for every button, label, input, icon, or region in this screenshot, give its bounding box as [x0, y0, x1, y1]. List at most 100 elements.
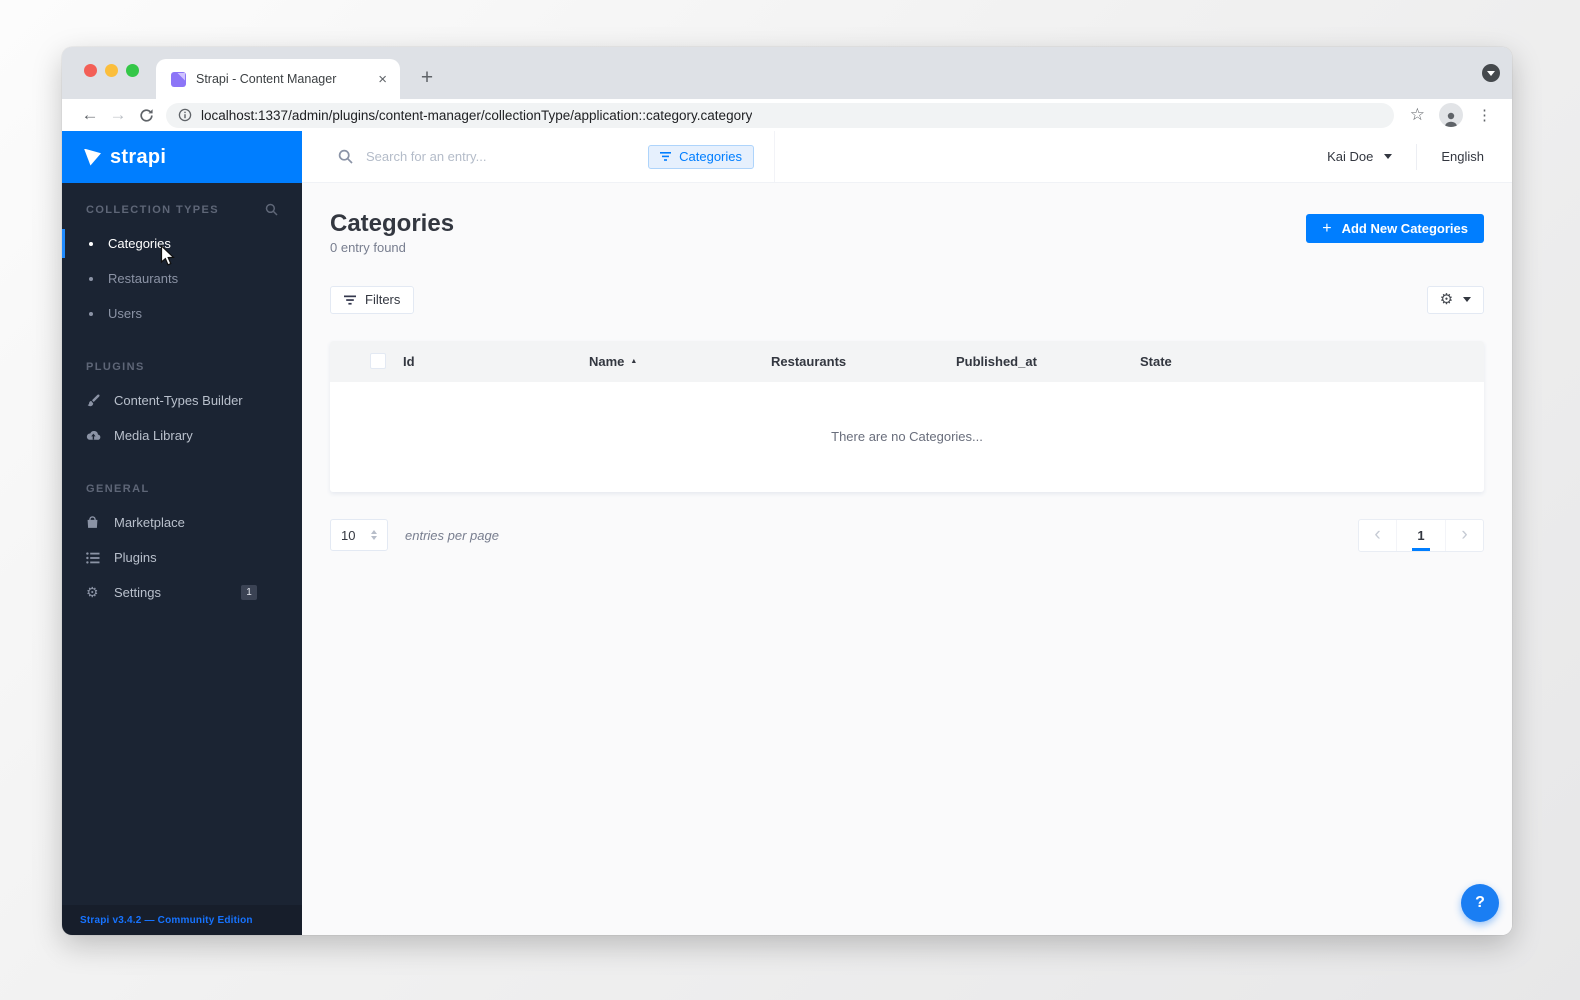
- select-all-checkbox[interactable]: [370, 353, 386, 370]
- plugins-heading: PLUGINS: [62, 361, 302, 373]
- traffic-lights: [84, 64, 139, 77]
- sidebar-item-marketplace[interactable]: Marketplace: [62, 505, 302, 540]
- strapi-admin: strapi COLLECTION TYPES Categories Resta…: [62, 131, 1512, 935]
- pagination-row: 10 entries per page ‹ 1 ›: [330, 518, 1484, 552]
- column-label: State: [1140, 353, 1172, 369]
- sidebar-item-users[interactable]: Users: [62, 296, 302, 331]
- active-page-indicator: [1412, 547, 1430, 551]
- user-name: Kai Doe: [1327, 149, 1374, 164]
- previous-page-button[interactable]: ‹: [1359, 519, 1397, 551]
- entries-table: Id Name ▲ Restaurants Published_at State…: [330, 340, 1484, 492]
- current-page-button[interactable]: 1: [1397, 520, 1445, 551]
- gear-icon: ⚙: [86, 584, 99, 600]
- shopping-bag-icon: [86, 515, 101, 530]
- language-selector[interactable]: English: [1441, 149, 1484, 164]
- search-input[interactable]: [366, 149, 636, 164]
- table-header-row: Id Name ▲ Restaurants Published_at State: [330, 340, 1484, 382]
- top-header: Categories Kai Doe English: [302, 131, 1512, 183]
- bullet-icon: [89, 276, 93, 281]
- filter-chip-categories[interactable]: Categories: [648, 144, 754, 169]
- tab-search-button[interactable]: [1482, 64, 1500, 82]
- column-header-published-at[interactable]: Published_at: [956, 354, 1140, 369]
- filters-button-label: Filters: [365, 292, 401, 308]
- table-settings-button[interactable]: ⚙: [1427, 285, 1484, 314]
- strapi-logo[interactable]: strapi: [62, 131, 302, 183]
- column-header-name[interactable]: Name ▲: [589, 354, 771, 369]
- forward-button[interactable]: →: [104, 101, 132, 129]
- add-new-categories-button[interactable]: + Add New Categories: [1306, 214, 1484, 243]
- sidebar-item-plugins[interactable]: Plugins: [62, 540, 302, 575]
- browser-tab[interactable]: Strapi - Content Manager ×: [156, 59, 400, 99]
- desktop-background: Strapi - Content Manager × + ← → localho…: [0, 0, 1580, 1000]
- section-title: COLLECTION TYPES: [86, 203, 220, 216]
- settings-badge: 1: [241, 585, 257, 600]
- pagination: ‹ 1 ›: [1358, 518, 1484, 552]
- browser-toolbar: ← → localhost:1337/admin/plugins/content…: [62, 99, 1512, 131]
- filter-icon: [344, 295, 356, 305]
- column-header-restaurants[interactable]: Restaurants: [771, 354, 956, 369]
- bullet-icon: [89, 241, 93, 246]
- entries-per-page-value: 10: [341, 527, 356, 543]
- version-link[interactable]: Strapi v3.4.2 — Community Edition: [62, 905, 302, 935]
- site-info-icon[interactable]: [178, 108, 192, 122]
- filters-row: Filters ⚙: [330, 285, 1484, 314]
- sidebar-item-label: Categories: [108, 236, 171, 251]
- column-label: Name: [589, 353, 625, 369]
- browser-profile-button[interactable]: [1439, 103, 1463, 127]
- browser-menu-button[interactable]: ⋮: [1471, 106, 1498, 124]
- sidebar-item-settings[interactable]: ⚙ Settings 1: [62, 575, 302, 610]
- general-heading: GENERAL: [62, 483, 302, 495]
- list-icon: [86, 550, 101, 565]
- current-page-number: 1: [1417, 527, 1425, 543]
- entries-per-page-select[interactable]: 10: [330, 519, 388, 552]
- empty-state-message: There are no Categories...: [831, 429, 983, 445]
- user-menu[interactable]: Kai Doe: [1327, 149, 1393, 164]
- plus-icon: +: [1322, 219, 1332, 237]
- bookmark-star-icon[interactable]: ☆: [1404, 105, 1431, 125]
- main-area: Categories Kai Doe English: [302, 131, 1512, 935]
- column-label: Id: [403, 353, 415, 369]
- sidebar-item-label: Media Library: [114, 428, 193, 443]
- content: Categories 0 entry found + Add New Categ…: [302, 183, 1512, 552]
- next-page-button[interactable]: ›: [1445, 519, 1483, 551]
- reload-button[interactable]: [132, 101, 160, 129]
- browser-window: Strapi - Content Manager × + ← → localho…: [62, 47, 1512, 935]
- column-label: Published_at: [956, 353, 1037, 369]
- column-header-id[interactable]: Id: [403, 354, 589, 369]
- zoom-window-button[interactable]: [126, 64, 139, 77]
- plugins-list: Content-Types Builder Media Library: [62, 383, 302, 453]
- tab-close-icon[interactable]: ×: [375, 71, 390, 88]
- entry-count: 0 entry found: [330, 239, 406, 255]
- help-button[interactable]: ?: [1461, 884, 1499, 922]
- title-row: Categories 0 entry found + Add New Categ…: [330, 210, 1484, 255]
- add-button-label: Add New Categories: [1341, 221, 1468, 236]
- minimize-window-button[interactable]: [105, 64, 118, 77]
- close-window-button[interactable]: [84, 64, 97, 77]
- search-icon: [338, 149, 353, 164]
- address-bar[interactable]: localhost:1337/admin/plugins/content-man…: [166, 102, 1394, 128]
- sidebar-item-restaurants[interactable]: Restaurants: [62, 261, 302, 296]
- sidebar-item-label: Content-Types Builder: [114, 393, 243, 408]
- sidebar-item-label: Settings: [114, 585, 161, 600]
- new-tab-button[interactable]: +: [412, 63, 442, 93]
- header-right: Kai Doe English: [1327, 131, 1512, 182]
- sidebar-item-content-types-builder[interactable]: Content-Types Builder: [62, 383, 302, 418]
- person-icon: [1444, 112, 1458, 127]
- column-header-state[interactable]: State: [1140, 354, 1484, 369]
- sidebar-item-label: Users: [108, 306, 142, 321]
- search-icon[interactable]: [265, 203, 278, 216]
- sidebar-item-media-library[interactable]: Media Library: [62, 418, 302, 453]
- chevron-down-icon: [1487, 71, 1495, 76]
- chevron-down-icon: [1463, 297, 1472, 303]
- section-title: GENERAL: [86, 483, 150, 495]
- sidebar-item-label: Plugins: [114, 550, 157, 565]
- browser-tab-strip: Strapi - Content Manager × +: [62, 47, 1512, 99]
- cloud-upload-icon: [86, 428, 101, 443]
- collection-types-heading: COLLECTION TYPES: [62, 203, 302, 216]
- page-title: Categories: [330, 210, 455, 237]
- sidebar-item-categories[interactable]: Categories: [62, 226, 302, 261]
- bullet-icon: [89, 311, 93, 316]
- strapi-logo-text: strapi: [110, 145, 167, 168]
- back-button[interactable]: ←: [76, 101, 104, 129]
- filters-button[interactable]: Filters: [330, 285, 415, 314]
